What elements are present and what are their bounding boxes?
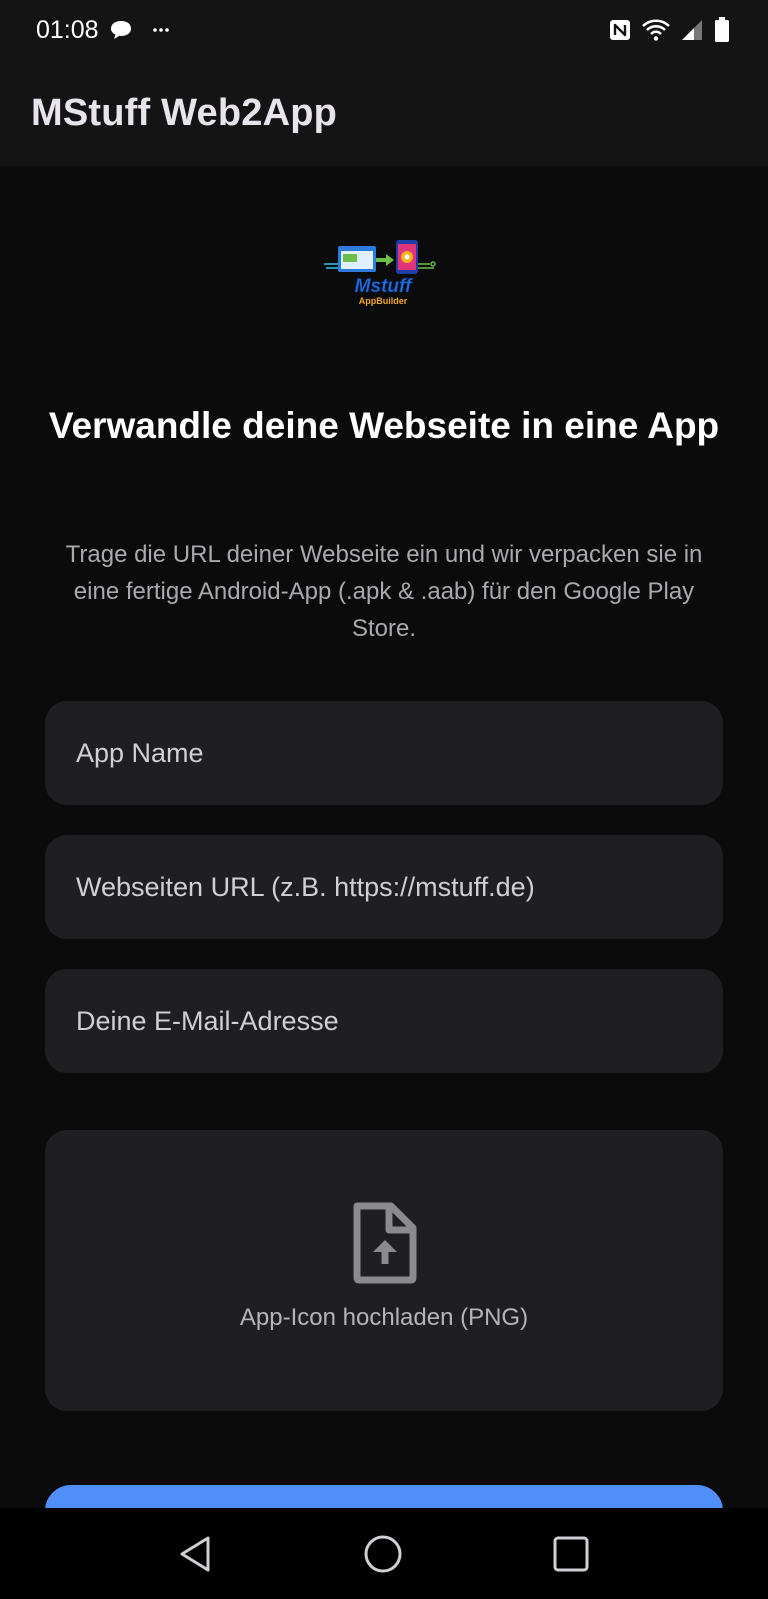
url-field[interactable]	[45, 835, 723, 939]
cell-signal-icon	[682, 20, 702, 40]
wifi-icon	[642, 19, 670, 41]
status-left: 01:08	[36, 16, 171, 45]
more-dots-icon	[152, 28, 169, 32]
status-right	[608, 17, 730, 43]
upload-label: App-Icon hochladen (PNG)	[239, 1304, 529, 1331]
system-nav-bar	[0, 1508, 768, 1599]
logo-subtext: AppBuilder	[359, 296, 408, 306]
app-name-input[interactable]	[76, 737, 723, 769]
nfc-icon	[610, 20, 630, 40]
app-title: MStuff Web2App	[31, 91, 338, 134]
chat-bubble-icon	[110, 21, 131, 39]
main-content[interactable]: Mstuff AppBuilder Verwandle deine Websei…	[0, 166, 768, 1508]
url-input[interactable]	[76, 871, 723, 903]
logo-text: Mstuff	[355, 276, 413, 297]
status-bar: 01:08	[0, 0, 768, 60]
icon-upload-area[interactable]: App-Icon hochladen (PNG)	[45, 1130, 723, 1411]
battery-icon	[715, 17, 729, 42]
file-upload-icon	[353, 1202, 417, 1284]
status-time: 01:08	[36, 15, 99, 44]
subtitle: Trage die URL deiner Webseite ein und wi…	[65, 541, 703, 642]
app-name-field[interactable]	[45, 701, 723, 805]
headline: Verwandle deine Webseite in eine App	[48, 405, 720, 446]
mstuff-logo: Mstuff AppBuilder	[324, 240, 436, 306]
back-triangle-icon[interactable]	[178, 1534, 214, 1574]
email-input[interactable]	[76, 1005, 723, 1037]
recents-square-icon[interactable]	[552, 1535, 590, 1573]
app-bar: MStuff Web2App	[0, 60, 768, 166]
email-field[interactable]	[45, 969, 723, 1073]
home-circle-icon[interactable]	[363, 1534, 403, 1574]
submit-button[interactable]	[45, 1485, 723, 1508]
